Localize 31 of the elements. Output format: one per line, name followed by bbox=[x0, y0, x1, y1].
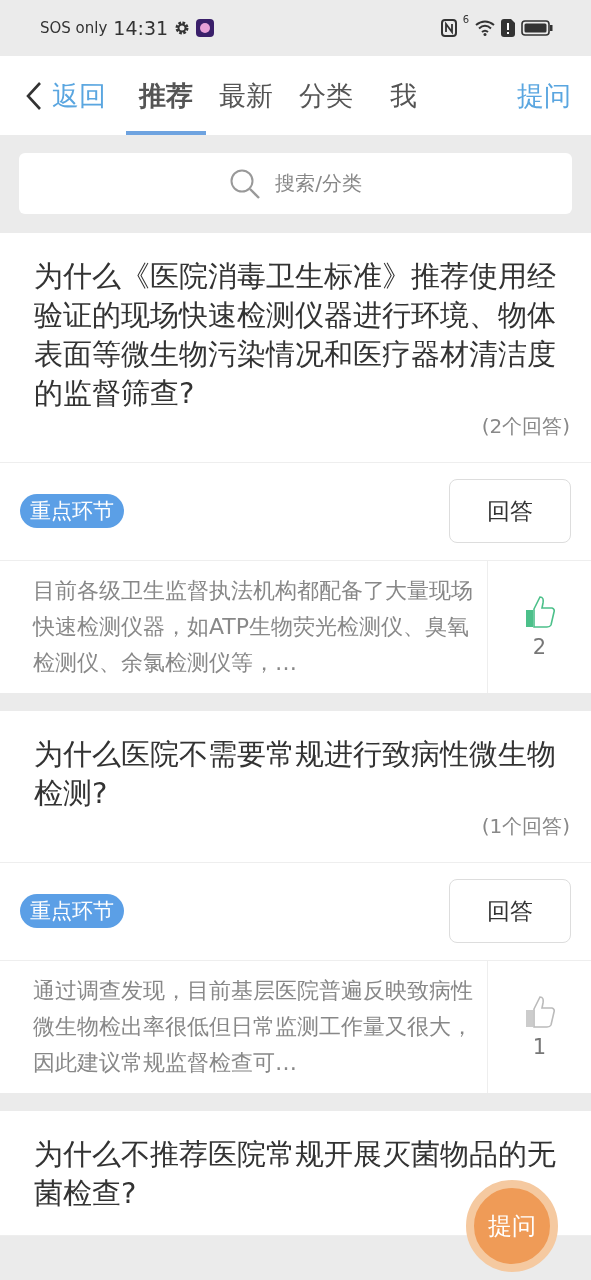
search-field[interactable]: 搜索/分类 bbox=[19, 153, 572, 214]
like-count: 1 bbox=[532, 1035, 547, 1059]
category-tag: 重点环节 bbox=[20, 494, 124, 528]
answer-count: (2个回答) bbox=[481, 413, 570, 440]
like-count: 2 bbox=[532, 635, 547, 659]
nav-tab[interactable]: 分类 bbox=[286, 56, 366, 135]
wifi-icon bbox=[475, 20, 495, 36]
answer-button[interactable]: 回答 bbox=[449, 879, 571, 943]
answer-count: (1个回答) bbox=[481, 813, 570, 840]
carrier-text: SOS only bbox=[40, 19, 108, 37]
thumbs-up-icon[interactable] bbox=[524, 595, 555, 629]
nfc-icon bbox=[440, 19, 457, 37]
question-title[interactable]: 为什么医院不需要常规进行致病性微生物检测? bbox=[34, 735, 570, 813]
clock: 14:31 bbox=[113, 17, 169, 39]
nav-tab[interactable]: 推荐 bbox=[126, 56, 206, 135]
search-icon bbox=[229, 167, 262, 200]
battery-icon bbox=[521, 20, 553, 36]
nav-tab[interactable]: 我 bbox=[366, 56, 441, 135]
back-chevron-icon bbox=[26, 80, 42, 111]
category-tag: 重点环节 bbox=[20, 894, 124, 928]
app-icon bbox=[196, 19, 215, 37]
thumbs-up-icon[interactable] bbox=[524, 995, 555, 1029]
nav-tab[interactable]: 最新 bbox=[206, 56, 286, 135]
gear-icon bbox=[174, 20, 191, 36]
question-title[interactable]: 为什么《医院消毒卫生标准》推荐使用经验证的现场快速检测仪器进行环境、物体表面等微生物污染情况和医疗器材清洁度的监督筛查? bbox=[34, 257, 570, 413]
network-label: 6 bbox=[462, 14, 469, 25]
search-placeholder: 搜索/分类 bbox=[275, 170, 362, 197]
answer-preview[interactable]: 通过调查发现，目前基层医院普遍反映致病性微生物检出率很低但日常监测工作量又很大，因此建议常规监督检查可… bbox=[33, 961, 488, 1093]
answer-button[interactable]: 回答 bbox=[449, 479, 571, 543]
sim-alert-icon bbox=[501, 19, 515, 37]
answer-preview[interactable]: 目前各级卫生监督执法机构都配备了大量现场快速检测仪器，如ATP生物荧光检测仪、臭氧检测仪、余氯检测仪等，… bbox=[33, 561, 488, 693]
